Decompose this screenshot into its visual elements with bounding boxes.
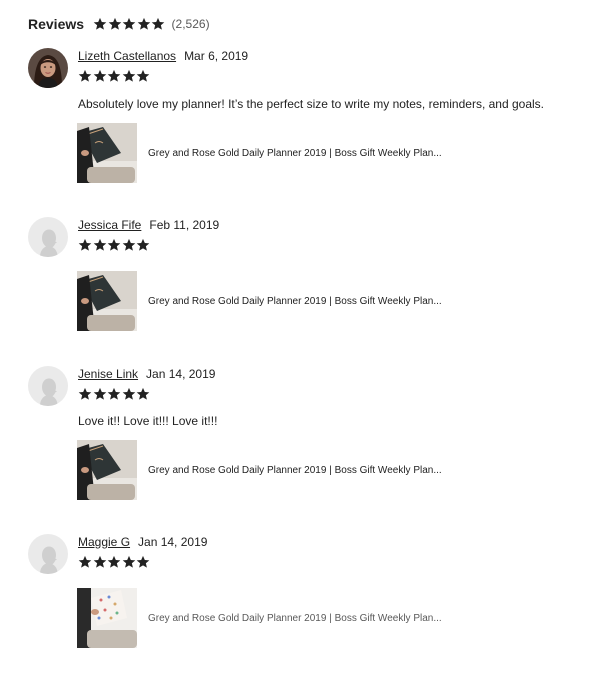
star-icon: [151, 17, 165, 31]
review-meta: Jenise Link Jan 14, 2019: [78, 367, 215, 381]
star-icon: [93, 17, 107, 31]
overall-rating-stars: [93, 17, 166, 31]
review-meta: Lizeth Castellanos Mar 6, 2019: [78, 49, 248, 63]
star-icon: [78, 238, 92, 252]
product-thumbnail[interactable]: [77, 123, 137, 183]
purchased-item-link[interactable]: Grey and Rose Gold Daily Planner 2019 | …: [77, 123, 442, 183]
product-thumbnail[interactable]: [77, 440, 137, 500]
review-date: Jan 14, 2019: [138, 535, 208, 549]
reviews-title: Reviews: [28, 16, 85, 32]
review-rating-stars: [78, 387, 151, 401]
reviews-header: Reviews (2,526): [28, 14, 210, 34]
star-icon: [93, 387, 107, 401]
purchased-item-link[interactable]: Grey and Rose Gold Daily Planner 2019 | …: [77, 271, 442, 331]
reviewer-name-link[interactable]: Maggie G: [78, 535, 130, 549]
star-icon: [122, 238, 136, 252]
star-icon: [107, 238, 121, 252]
star-icon: [108, 17, 122, 31]
reviewer-name-link[interactable]: Lizeth Castellanos: [78, 49, 176, 63]
star-icon: [93, 555, 107, 569]
star-icon: [107, 555, 121, 569]
review-rating-stars: [78, 69, 151, 83]
product-thumbnail[interactable]: [77, 588, 137, 648]
review-meta: Jessica Fife Feb 11, 2019: [78, 218, 219, 232]
review-date: Feb 11, 2019: [149, 218, 220, 232]
avatar[interactable]: [28, 48, 68, 88]
star-icon: [93, 69, 107, 83]
star-icon: [93, 238, 107, 252]
default-avatar-icon[interactable]: [28, 366, 68, 406]
product-title[interactable]: Grey and Rose Gold Daily Planner 2019 | …: [148, 148, 442, 159]
star-icon: [122, 387, 136, 401]
product-thumbnail[interactable]: [77, 271, 137, 331]
star-icon: [78, 69, 92, 83]
product-title[interactable]: Grey and Rose Gold Daily Planner 2019 | …: [148, 613, 442, 624]
reviewer-name-link[interactable]: Jenise Link: [78, 367, 138, 381]
review-text: Love it!! Love it!!! Love it!!!: [78, 414, 218, 428]
star-icon: [122, 69, 136, 83]
star-icon: [122, 17, 136, 31]
star-icon: [136, 69, 150, 83]
purchased-item-link[interactable]: Grey and Rose Gold Daily Planner 2019 | …: [77, 588, 442, 648]
star-icon: [107, 69, 121, 83]
star-icon: [122, 555, 136, 569]
default-avatar-icon[interactable]: [28, 534, 68, 574]
review-date: Mar 6, 2019: [184, 49, 249, 63]
star-icon: [136, 387, 150, 401]
star-icon: [136, 555, 150, 569]
purchased-item-link[interactable]: Grey and Rose Gold Daily Planner 2019 | …: [77, 440, 442, 500]
review-count: (2,526): [171, 17, 210, 31]
review-text: Absolutely love my planner! It’s the per…: [78, 97, 544, 111]
star-icon: [107, 387, 121, 401]
product-title[interactable]: Grey and Rose Gold Daily Planner 2019 | …: [148, 465, 442, 476]
star-icon: [136, 238, 150, 252]
review-date: Jan 14, 2019: [146, 367, 216, 381]
star-icon: [78, 555, 92, 569]
default-avatar-icon[interactable]: [28, 217, 68, 257]
review-rating-stars: [78, 555, 151, 569]
review-rating-stars: [78, 238, 151, 252]
reviewer-name-link[interactable]: Jessica Fife: [78, 218, 141, 232]
review-meta: Maggie G Jan 14, 2019: [78, 535, 207, 549]
product-title[interactable]: Grey and Rose Gold Daily Planner 2019 | …: [148, 296, 442, 307]
star-icon: [78, 387, 92, 401]
star-icon: [137, 17, 151, 31]
